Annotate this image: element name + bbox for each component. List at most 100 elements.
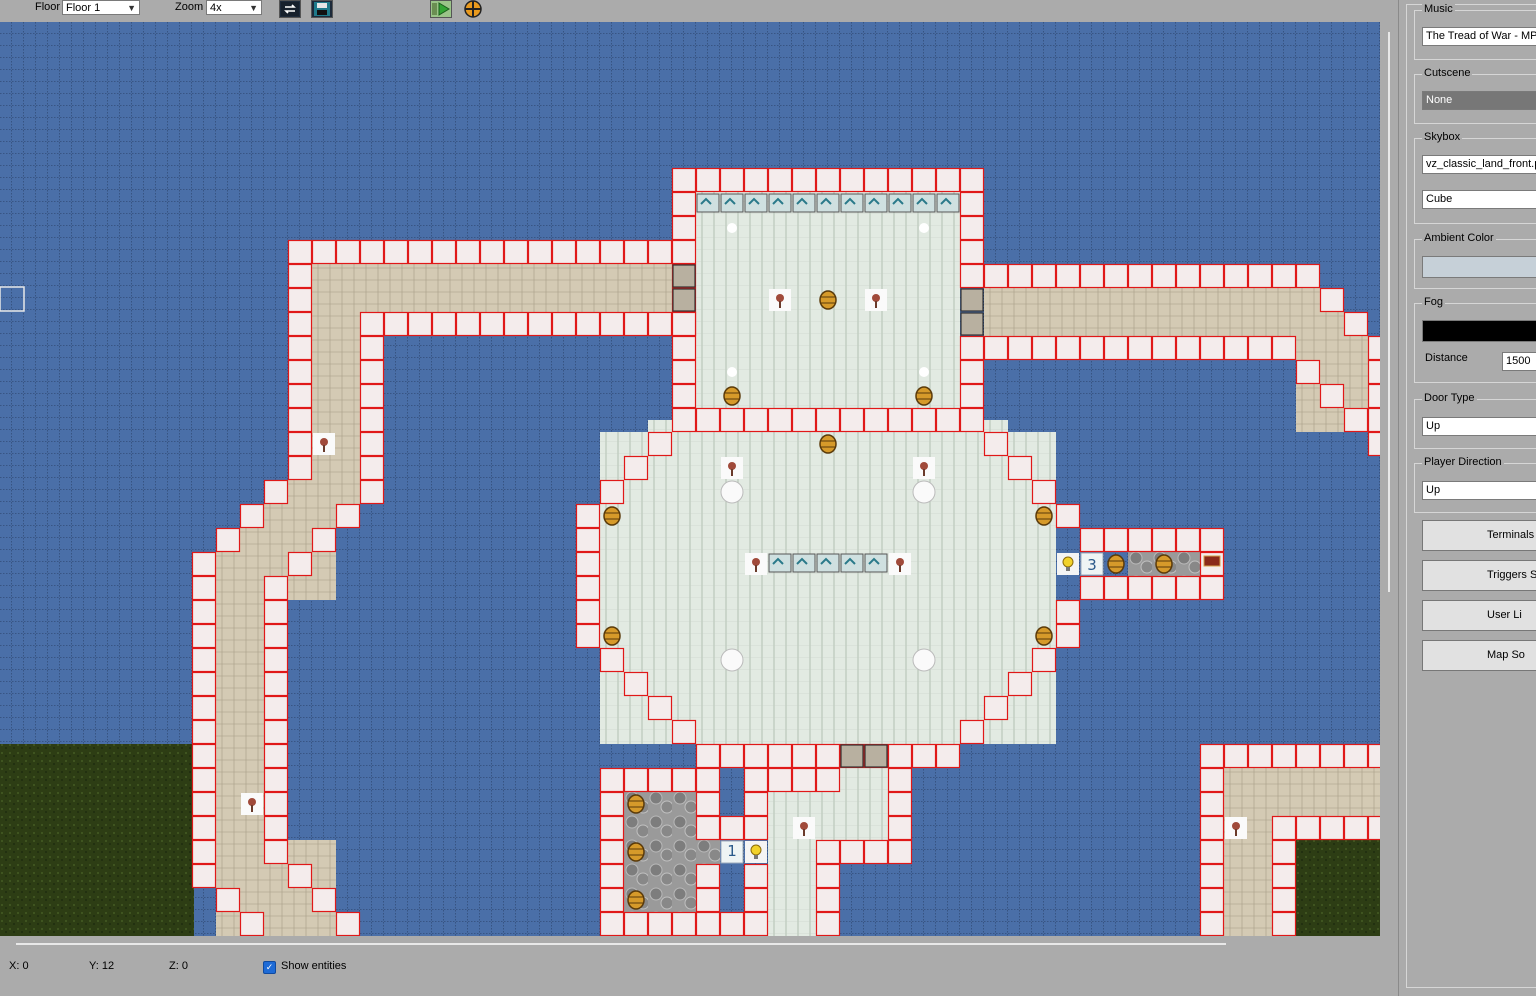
wall-tile — [1295, 359, 1321, 385]
wall-tile — [1199, 887, 1225, 913]
barrel-body — [603, 626, 621, 646]
wall-tile — [1367, 743, 1380, 769]
ambient-color-swatch[interactable] — [1422, 256, 1536, 278]
tree-marker-icon — [721, 457, 743, 479]
distance-input[interactable]: 1500 — [1502, 352, 1536, 371]
tree-marker-top — [776, 294, 784, 302]
wall-tile — [623, 311, 649, 337]
wall-tile — [1055, 263, 1081, 289]
barrel-body — [819, 434, 837, 454]
cutscene-field[interactable]: None — [1422, 91, 1536, 110]
wall-tile — [263, 767, 289, 793]
wall-tile — [743, 887, 769, 913]
tree-marker-icon — [913, 457, 935, 479]
wall-tile — [239, 503, 265, 529]
wall-tile — [887, 791, 913, 817]
barrel-body — [627, 794, 645, 814]
skybox-mode-select[interactable]: Cube — [1422, 190, 1536, 209]
barrel-body — [819, 290, 837, 310]
map-sort-button[interactable]: Map So — [1422, 640, 1536, 671]
wall-tile — [1031, 479, 1057, 505]
player-direction-select[interactable]: Up — [1422, 481, 1536, 500]
triggers-button[interactable]: Triggers S — [1422, 560, 1536, 591]
wall-tile — [1175, 263, 1201, 289]
wall-tile — [1295, 815, 1321, 841]
switch-sign-face — [840, 553, 864, 573]
wall-tile — [359, 431, 385, 457]
player-direction-label: Player Direction — [1422, 456, 1504, 468]
wall-tile — [863, 839, 889, 865]
tree-marker-trunk — [731, 469, 733, 476]
wall-tile — [719, 815, 745, 841]
music-field[interactable]: The Tread of War - MP — [1422, 27, 1536, 46]
terminals-button[interactable]: Terminals S — [1422, 520, 1536, 551]
wall-tile — [191, 647, 217, 673]
wall-tile — [575, 527, 601, 553]
wall-tile — [1055, 623, 1081, 649]
wall-tile — [959, 167, 985, 193]
skybox-field[interactable]: vz_classic_land_front.p — [1422, 155, 1536, 174]
wall-tile — [1271, 263, 1297, 289]
wall-tile — [839, 407, 865, 433]
wall-tile — [1319, 743, 1345, 769]
spawn-point-icon — [720, 480, 744, 504]
wall-tile — [599, 911, 625, 936]
wall-tile — [815, 863, 841, 889]
wall-tile — [335, 911, 361, 936]
wall-tile — [359, 311, 385, 337]
barrel-icon — [627, 842, 645, 862]
compile-button[interactable] — [462, 0, 484, 18]
barrel-icon — [627, 890, 645, 910]
floor-select[interactable]: Floor 1 ▼ — [62, 0, 140, 15]
wall-tile — [1103, 575, 1129, 601]
map-canvas[interactable]: 1 3 — [0, 22, 1380, 936]
wall-tile — [887, 839, 913, 865]
wall-tile — [599, 311, 625, 337]
tree-marker-top — [800, 822, 808, 830]
horizontal-scroll-thumb[interactable] — [16, 943, 1226, 945]
wall-tile — [815, 887, 841, 913]
wall-tile — [647, 311, 673, 337]
wall-tile — [911, 407, 937, 433]
switch-sign-face — [792, 553, 816, 573]
play-icon — [432, 2, 450, 16]
wall-tile — [1367, 407, 1380, 433]
zoom-select[interactable]: 4x ▼ — [206, 0, 262, 15]
wall-tile — [527, 311, 553, 337]
wall-tile — [1007, 671, 1033, 697]
wall-tile — [647, 431, 673, 457]
horizontal-scrollbar[interactable] — [0, 936, 1398, 954]
wall-tile — [671, 407, 697, 433]
wall-tile — [575, 311, 601, 337]
wall-tile — [1175, 335, 1201, 361]
tree-marker-top — [728, 462, 736, 470]
wall-tile — [287, 239, 313, 265]
wall-tile — [575, 239, 601, 265]
wall-tile — [359, 479, 385, 505]
wall-tile — [455, 239, 481, 265]
barrel-icon — [627, 794, 645, 814]
user-list-button[interactable]: User Li — [1422, 600, 1536, 631]
wall-tile — [1199, 791, 1225, 817]
vertical-scrollbar[interactable] — [1380, 22, 1398, 936]
wall-tile — [1199, 863, 1225, 889]
save-map-button[interactable] — [311, 0, 333, 18]
wall-tile — [1007, 335, 1033, 361]
floor-area — [312, 264, 672, 312]
wall-tile — [1127, 263, 1153, 289]
door-icon — [960, 288, 984, 312]
play-button[interactable] — [430, 0, 452, 18]
wall-tile — [335, 503, 361, 529]
map-grid[interactable]: 1 3 — [0, 22, 1380, 936]
wall-tile — [575, 623, 601, 649]
fog-color-swatch[interactable] — [1422, 320, 1536, 342]
floor-area — [1224, 768, 1272, 936]
wall-tile — [1127, 527, 1153, 553]
refresh-button[interactable] — [279, 0, 301, 18]
wall-tile — [575, 599, 601, 625]
door-type-select[interactable]: Up — [1422, 417, 1536, 436]
wall-tile — [599, 839, 625, 865]
wall-tile — [839, 839, 865, 865]
show-entities-checkbox[interactable]: ✓ — [263, 961, 276, 974]
vertical-scroll-thumb[interactable] — [1388, 32, 1390, 592]
